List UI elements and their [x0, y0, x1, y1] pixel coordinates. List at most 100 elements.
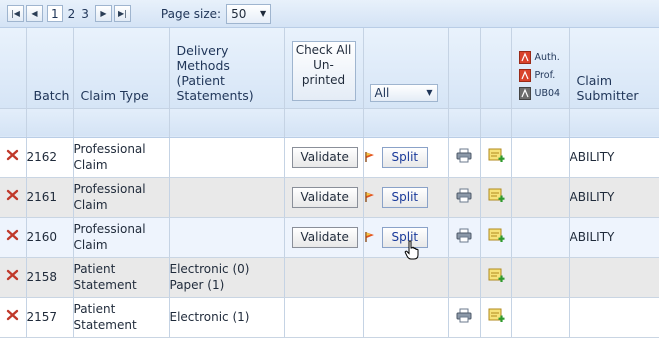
chevron-down-icon: ▼ — [426, 88, 433, 97]
col-header-delete — [0, 28, 27, 109]
claim-type-cell: Professional Claim — [73, 137, 170, 178]
form-cell — [511, 297, 570, 338]
table-row: 2160 Professional Claim Validate Split AB… — [0, 217, 659, 259]
split-cell — [363, 297, 449, 338]
col-header-forms-legend: Auth. Prof. UB04 — [511, 28, 570, 109]
pager-bar: |◀ ◀ 1 2 3 ▶ ▶| Page size: 50 ▼ — [0, 0, 659, 28]
claim-type-cell: Professional Claim — [73, 177, 170, 218]
col-header-claim-type[interactable]: Claim Type — [73, 28, 170, 109]
printer-icon[interactable] — [456, 148, 472, 163]
delivery-cell — [169, 217, 285, 258]
add-note-icon[interactable] — [488, 307, 505, 323]
table-row: 2158 Patient Statement Electronic (0) Pape… — [0, 257, 659, 298]
claim-type-cell: Professional Claim — [73, 217, 170, 258]
add-note-icon[interactable] — [488, 147, 505, 163]
delete-x-icon[interactable] — [6, 309, 19, 321]
delete-x-icon[interactable] — [6, 189, 19, 201]
check-all-unprinted-button[interactable]: Check All Un-printed — [291, 40, 356, 101]
page-link[interactable]: 2 — [68, 7, 76, 21]
form-cell — [511, 177, 570, 218]
claim-submitter-cell: ABILITY — [569, 217, 659, 258]
delivery-cell — [169, 137, 285, 178]
legend-ub04-label: UB04 — [534, 88, 561, 99]
col-header-filter: All ▼ — [363, 28, 449, 109]
flag-icon[interactable] — [364, 231, 376, 243]
last-page-button[interactable]: ▶| — [113, 5, 131, 22]
col-header-note — [480, 28, 512, 109]
claim-submitter-cell — [569, 257, 659, 298]
split-button[interactable]: Split — [381, 146, 429, 168]
delete-cell — [0, 257, 27, 298]
batch-cell: 2162 — [26, 137, 74, 178]
delete-cell — [0, 217, 27, 258]
note-cell — [480, 177, 512, 218]
legend-auth-label: Auth. — [534, 52, 560, 63]
flag-icon[interactable] — [364, 151, 376, 163]
page-link-current[interactable]: 1 — [47, 5, 63, 22]
validate-cell: Validate — [284, 137, 364, 178]
batch-cell: 2158 — [26, 257, 74, 298]
printer-icon[interactable] — [456, 228, 472, 243]
table-row: 2161 Professional Claim Validate Split AB… — [0, 177, 659, 218]
legend-auth[interactable]: Auth. — [518, 49, 569, 67]
delete-x-icon[interactable] — [6, 229, 19, 241]
add-note-icon[interactable] — [488, 267, 505, 283]
printer-icon[interactable] — [456, 188, 472, 203]
delete-x-icon[interactable] — [6, 149, 19, 161]
page-size-label: Page size: — [160, 6, 222, 21]
claims-grid: Batch Claim Type Delivery Methods (Patie… — [0, 28, 659, 338]
legend-prof[interactable]: Prof. — [518, 67, 569, 85]
prev-page-icon: ◀ — [31, 9, 38, 18]
split-button[interactable]: Split — [381, 186, 429, 208]
split-cell: Split — [363, 177, 449, 218]
delete-cell — [0, 137, 27, 178]
delivery-cell: Electronic (0) Paper (1) — [169, 257, 285, 298]
table-row: 2162 Professional Claim Validate Split AB… — [0, 137, 659, 178]
col-header-check-all: Check All Un-printed — [284, 28, 364, 109]
claim-type-cell: Patient Statement — [73, 257, 170, 298]
status-filter-value: All — [374, 85, 390, 100]
add-note-icon[interactable] — [488, 187, 505, 203]
delivery-cell — [169, 177, 285, 218]
print-cell — [448, 257, 481, 298]
status-filter-select[interactable]: All ▼ — [369, 83, 438, 102]
form-cell — [511, 217, 570, 258]
table-row: 2157 Patient Statement Electronic (1) — [0, 297, 659, 338]
add-note-icon[interactable] — [488, 227, 505, 243]
col-header-print — [448, 28, 481, 109]
batch-cell: 2160 — [26, 217, 74, 258]
col-header-delivery-methods[interactable]: Delivery Methods (Patient Statements) — [169, 28, 285, 109]
batch-cell: 2157 — [26, 297, 74, 338]
form-cell — [511, 257, 570, 298]
print-cell — [448, 217, 481, 258]
print-cell — [448, 137, 481, 178]
printer-icon[interactable] — [456, 308, 472, 323]
delivery-cell: Electronic (1) — [169, 297, 285, 338]
validate-button[interactable]: Validate — [291, 226, 358, 248]
validate-button[interactable]: Validate — [291, 186, 358, 208]
validate-cell: Validate — [284, 217, 364, 258]
page-size-select[interactable]: 50 ▼ — [226, 3, 272, 24]
col-header-claim-submitter[interactable]: Claim Submitter — [569, 28, 659, 109]
print-cell — [448, 297, 481, 338]
validate-button[interactable]: Validate — [291, 146, 358, 168]
col-header-batch[interactable]: Batch — [26, 28, 74, 109]
note-cell — [480, 257, 512, 298]
filter-row — [0, 108, 659, 138]
claim-type-cell: Patient Statement — [73, 297, 170, 338]
delete-cell — [0, 297, 27, 338]
hand-pointer-icon — [404, 239, 418, 259]
next-page-button[interactable]: ▶ — [94, 5, 112, 22]
claim-submitter-cell: ABILITY — [569, 177, 659, 218]
legend-ub04[interactable]: UB04 — [518, 85, 569, 103]
split-cell: Split — [363, 217, 449, 259]
page-link[interactable]: 3 — [81, 7, 89, 21]
delete-x-icon[interactable] — [6, 269, 19, 281]
first-page-button[interactable]: |◀ — [7, 5, 24, 22]
page-size-value: 50 — [231, 6, 247, 21]
prev-page-button[interactable]: ◀ — [26, 5, 43, 22]
print-cell — [448, 177, 481, 218]
first-page-icon: |◀ — [11, 9, 20, 18]
next-page-icon: ▶ — [100, 9, 107, 18]
flag-icon[interactable] — [364, 191, 376, 203]
